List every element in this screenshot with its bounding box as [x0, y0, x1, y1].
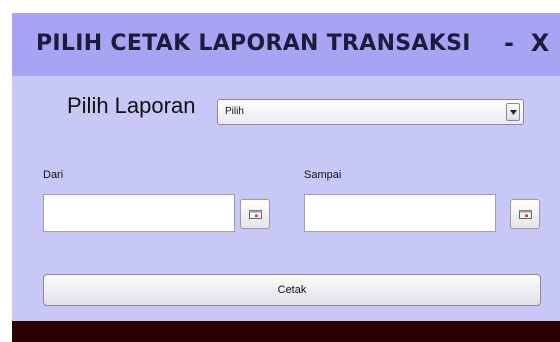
to-label: Sampai: [304, 169, 342, 181]
dialog-window: PILIH CETAK LAPORAN TRANSAKSI - X Pilih …: [12, 13, 560, 342]
report-select-value: Pilih: [225, 106, 244, 117]
report-select[interactable]: Pilih: [217, 99, 524, 125]
from-label: Dari: [43, 169, 64, 181]
report-label: Pilih Laporan: [67, 93, 196, 118]
to-date-input[interactable]: [304, 194, 496, 232]
from-date-input[interactable]: [43, 194, 235, 232]
chevron-down-icon: [510, 110, 517, 115]
to-calendar-button[interactable]: [510, 199, 540, 229]
bottom-bar: [12, 321, 560, 342]
from-calendar-button[interactable]: [240, 199, 270, 229]
window-title: PILIH CETAK LAPORAN TRANSAKSI: [36, 31, 471, 56]
calendar-icon: [249, 210, 262, 219]
calendar-icon: [519, 210, 532, 219]
close-button[interactable]: X: [528, 27, 552, 59]
minimize-button[interactable]: -: [499, 27, 519, 59]
print-button[interactable]: Cetak: [43, 274, 541, 306]
title-bar: PILIH CETAK LAPORAN TRANSAKSI - X: [12, 13, 560, 76]
report-select-arrow[interactable]: [506, 103, 520, 121]
